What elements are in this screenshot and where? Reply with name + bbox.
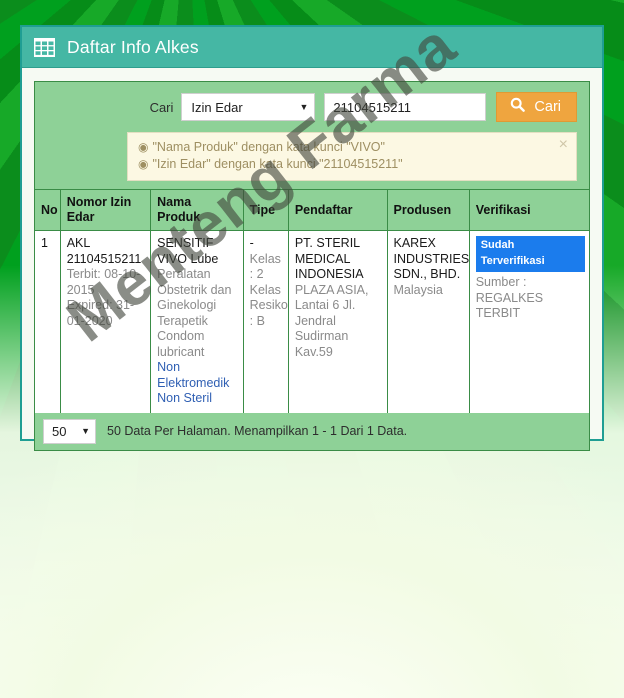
table-row: 1 AKL 21104515211 Terbit: 08-10-2015 Exp… [34,230,591,414]
column-header-nama-produk[interactable]: Nama Produk [150,189,244,231]
cell-tipe: - Kelas : 2 Kelas Resiko : B [242,230,289,414]
panel-title-bar: Daftar Info Alkes [22,27,602,68]
chevron-down-icon: ▼ [81,426,90,436]
per-page-value: 50 [52,423,67,439]
cell-produsen: KAREX INDUSTRIES SDN., BHD. Malaysia [386,230,470,414]
izin-edar-code: AKL 21104515211 [66,236,142,266]
column-header-no[interactable]: No [34,189,61,231]
cell-nomor-izin-edar: AKL 21104515211 Terbit: 08-10-2015 Expir… [59,230,152,414]
alert-line: ◉ "Nama Produk" dengan kata kunci "VIVO" [138,139,566,156]
per-page-select[interactable]: 50 ▼ [43,418,96,444]
column-header-nomor-izin-edar[interactable]: Nomor Izin Edar [59,189,152,231]
produk-steril: Non Steril [157,391,213,405]
tipe-kelas: Kelas : 2 [249,251,281,282]
tipe-dash: - [249,236,254,250]
cell-verifikasi: Sudah Terverifikasi Sumber : REGALKES TE… [468,230,591,414]
cell-nama-produk: SENSITIF VIVO Lube Peralatan Obstetrik d… [150,230,244,414]
panel-body: Cari Izin Edar ▼ 21104515211 Cari ◉ "Nam… [22,68,602,463]
cell-no: 1 [34,230,61,414]
izin-edar-expired: Expired: 31-01-2020 [66,298,135,328]
produk-kategori: Peralatan Obstetrik dan Ginekologi Terap… [157,267,232,328]
cell-pendaftar: PT. STERIL MEDICAL INDONESIA PLAZA ASIA,… [287,230,388,414]
alert-line-text: "Nama Produk" dengan kata kunci "VIVO" [152,140,385,154]
chevron-down-icon: ▼ [299,102,309,112]
alkes-panel: Daftar Info Alkes Cari Izin Edar ▼ 21104… [20,25,604,451]
alert-line: ◉ "Izin Edar" dengan kata kunci "21104515… [138,156,566,173]
search-icon [510,97,526,117]
circle-dot-icon: ◉ [138,140,149,154]
produk-elektromedik: Non Elektromedik [157,360,230,390]
search-criteria-alert: ◉ "Nama Produk" dengan kata kunci "VIVO" … [127,132,577,181]
search-field-select[interactable]: Izin Edar ▼ [181,93,316,121]
close-icon[interactable]: × [559,137,568,153]
search-label: Cari [149,99,174,115]
tipe-kelas-resiko: Kelas Resiko : B [249,282,288,328]
alkes-table: No Nomor Izin Edar Nama Produk Tipe Pend… [34,189,591,414]
verifikasi-sumber-label: Sumber : [475,275,527,289]
izin-edar-terbit: Terbit: 08-10-2015 [66,267,141,297]
column-header-pendaftar[interactable]: Pendaftar [287,189,388,231]
pendaftar-name: PT. STERIL MEDICAL INDONESIA [294,236,364,281]
column-header-verifikasi[interactable]: Verifikasi [468,189,591,231]
search-submit-label: Cari [534,99,561,115]
produk-name: SENSITIF VIVO Lube [157,236,219,266]
search-submit-button[interactable]: Cari [496,92,577,122]
produsen-name: KAREX INDUSTRIES SDN., BHD. [393,236,470,281]
search-input[interactable]: 21104515211 [324,93,487,121]
table-grid-icon [34,37,67,57]
pendaftar-address: PLAZA ASIA, Lantai 6 Jl. Jendral Sudirma… [294,282,369,359]
produsen-country: Malaysia [393,282,443,297]
page-title: Daftar Info Alkes [67,36,199,57]
column-header-produsen[interactable]: Produsen [386,189,470,231]
pagination-info: 50 Data Per Halaman. Menampilkan 1 - 1 D… [107,424,408,438]
alert-line-text: "Izin Edar" dengan kata kunci "211045152… [152,157,403,171]
search-field-value: Izin Edar [191,99,243,115]
status-badge: Sudah Terverifikasi [475,236,585,272]
produk-sub: Condom lubricant [157,329,205,359]
table-header-row: No Nomor Izin Edar Nama Produk Tipe Pend… [34,189,591,231]
search-input-value: 21104515211 [333,99,412,115]
search-block: Cari Izin Edar ▼ 21104515211 Cari ◉ "Nam… [34,81,590,190]
circle-dot-icon: ◉ [138,157,149,171]
verifikasi-sumber-value: REGALKES TERBIT [475,290,544,321]
table-footer: 50 ▼ 50 Data Per Halaman. Menampilkan 1 … [34,412,590,451]
search-row: Cari Izin Edar ▼ 21104515211 Cari [47,92,577,122]
column-header-tipe[interactable]: Tipe [242,189,289,231]
